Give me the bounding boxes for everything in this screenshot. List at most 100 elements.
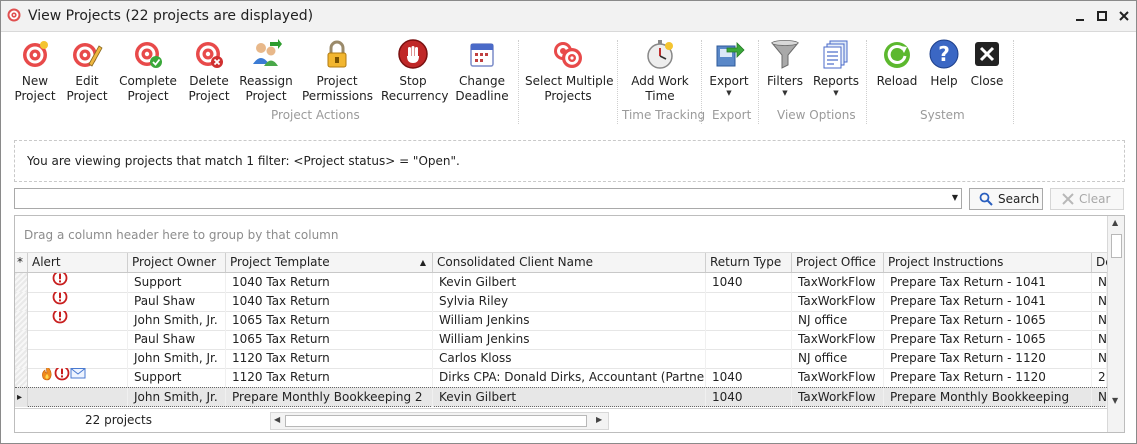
row-indicator[interactable] <box>15 292 28 311</box>
row-indicator[interactable] <box>15 330 28 349</box>
cell-office: TaxWorkFlow <box>792 292 884 311</box>
cell-template: 1065 Tax Return <box>226 330 433 349</box>
group-by-hint: Drag a column header here to group by th… <box>24 228 339 242</box>
scroll-left-icon[interactable]: ◀ <box>274 415 280 424</box>
cell-office: TaxWorkFlow <box>792 368 884 387</box>
new-project-button[interactable]: New Project <box>13 38 57 104</box>
alert-cell <box>28 368 128 387</box>
users-reassign-icon <box>253 39 282 66</box>
group-by-panel[interactable]: Drag a column header here to group by th… <box>15 216 1107 253</box>
cell-last: 2 <box>1092 368 1107 387</box>
scroll-right-icon[interactable]: ▶ <box>596 415 602 424</box>
edit-project-button[interactable]: Edit Project <box>65 38 109 104</box>
filters-button[interactable]: Filters ▼ <box>763 38 807 98</box>
cell-instr: Prepare Tax Return - 1041 <box>884 273 1092 292</box>
cell-owner: John Smith, Jr. <box>128 388 226 407</box>
alert-icon <box>54 368 70 387</box>
cell-rtype <box>706 292 792 311</box>
table-row[interactable]: Paul Shaw 1065 Tax Return William Jenkins T… <box>15 330 1107 350</box>
column-header-return-type[interactable]: Return Type <box>706 253 792 272</box>
add-work-time-button[interactable]: Add Work Time <box>627 38 693 104</box>
column-header-partial[interactable]: De <box>1092 253 1107 272</box>
clear-button[interactable]: Clear <box>1050 188 1124 210</box>
table-row[interactable]: Support 1040 Tax Return Kevin Gilbert 1040 T… <box>15 273 1107 293</box>
change-deadline-button[interactable]: Change Deadline <box>453 38 511 104</box>
reports-button[interactable]: Reports ▼ <box>813 38 859 98</box>
filter-description: You are viewing projects that match 1 fi… <box>27 154 460 168</box>
project-count: 22 projects <box>85 413 152 427</box>
column-header-alert[interactable]: Alert <box>28 253 128 272</box>
cell-owner: Paul Shaw <box>128 330 226 349</box>
target-complete-icon <box>135 42 162 68</box>
cell-template: 1120 Tax Return <box>226 349 433 368</box>
table-row[interactable]: Support 1120 Tax Return Dirks CPA: Donald … <box>15 368 1107 388</box>
grid-footer: 22 projects ◀ ▶ <box>15 408 1107 432</box>
target-edit-icon <box>73 43 103 67</box>
scroll-up-icon[interactable]: ▲ <box>1112 218 1118 227</box>
row-indicator[interactable] <box>15 273 28 292</box>
column-header-project-owner[interactable]: Project Owner <box>128 253 226 272</box>
search-input[interactable]: ▼ <box>14 188 962 209</box>
chevron-down-icon[interactable]: ▼ <box>952 193 958 202</box>
alert-icon <box>52 292 68 311</box>
stop-recurrency-button[interactable]: Stop Recurrency <box>381 38 448 104</box>
cell-template: 1065 Tax Return <box>226 311 433 330</box>
column-header-project-template[interactable]: Project Template ▲ <box>226 253 433 272</box>
group-label-view-options: View Options <box>777 108 856 122</box>
alert-icon <box>52 273 68 292</box>
cell-rtype: 1040 <box>706 388 792 407</box>
select-multiple-projects-button[interactable]: Select Multiple Projects <box>525 38 614 104</box>
table-row[interactable]: John Smith, Jr. 1120 Tax Return Carlos Klo… <box>15 349 1107 369</box>
cell-last: N <box>1092 330 1107 349</box>
row-indicator[interactable] <box>15 349 28 368</box>
table-row[interactable]: John Smith, Jr. 1065 Tax Return William Je… <box>15 311 1107 331</box>
column-header-label: Project Template <box>230 255 330 269</box>
cell-last: N <box>1092 311 1107 330</box>
column-header-consolidated-client-name[interactable]: Consolidated Client Name <box>433 253 706 272</box>
title-bar: View Projects (22 projects are displayed… <box>1 1 1136 32</box>
column-header-project-instructions[interactable]: Project Instructions <box>884 253 1092 272</box>
cell-instr: Prepare Tax Return - 1041 <box>884 292 1092 311</box>
help-button[interactable]: ? Help <box>924 38 964 89</box>
window-title: View Projects (22 projects are displayed… <box>28 8 314 24</box>
reassign-project-button[interactable]: Reassign Project <box>239 38 293 104</box>
project-permissions-button[interactable]: Project Permissions <box>302 38 373 104</box>
separator <box>617 40 618 124</box>
window-close-icon[interactable] <box>1117 9 1131 23</box>
vertical-scroll-thumb[interactable] <box>1111 234 1122 258</box>
cell-last: N <box>1092 273 1107 292</box>
horizontal-scrollbar[interactable]: ◀ ▶ <box>270 412 609 430</box>
column-header-project-office[interactable]: Project Office <box>792 253 884 272</box>
alert-icon <box>52 311 68 330</box>
complete-project-button[interactable]: Complete Project <box>117 38 179 104</box>
vertical-scrollbar[interactable]: ▲ ▼ <box>1107 216 1124 432</box>
export-button[interactable]: Export ▼ <box>707 38 751 98</box>
row-indicator[interactable] <box>15 368 28 387</box>
cell-rtype <box>706 349 792 368</box>
horizontal-scroll-thumb[interactable] <box>285 415 587 427</box>
reload-button[interactable]: Reload <box>874 38 920 89</box>
minimize-icon[interactable] <box>1073 9 1087 23</box>
cell-client: Kevin Gilbert <box>433 273 706 292</box>
delete-project-button[interactable]: Delete Project <box>187 38 231 104</box>
cell-client: Carlos Kloss <box>433 349 706 368</box>
view-projects-window: View Projects (22 projects are displayed… <box>0 0 1137 444</box>
cell-last: N <box>1092 292 1107 311</box>
row-indicator[interactable] <box>15 311 28 330</box>
cell-client: Sylvia Riley <box>433 292 706 311</box>
cell-office: TaxWorkFlow <box>792 273 884 292</box>
filter-description-panel: You are viewing projects that match 1 fi… <box>14 140 1125 182</box>
table-row[interactable]: ▸ John Smith, Jr. Prepare Monthly Bookkeep… <box>15 387 1107 407</box>
cell-last: N <box>1092 388 1107 407</box>
stopwatch-icon <box>647 40 673 69</box>
search-button[interactable]: Search <box>969 188 1043 210</box>
column-header-indicator[interactable]: * <box>15 253 28 272</box>
scroll-down-icon[interactable]: ▼ <box>1112 396 1118 405</box>
close-button[interactable]: Close <box>967 38 1007 89</box>
cell-last: N <box>1092 349 1107 368</box>
table-row[interactable]: Paul Shaw 1040 Tax Return Sylvia Riley TaxW… <box>15 292 1107 312</box>
row-indicator[interactable]: ▸ <box>15 388 28 407</box>
group-label-time-tracking: Time Tracking <box>622 108 706 122</box>
maximize-icon[interactable] <box>1095 9 1109 23</box>
reports-icon <box>823 40 848 69</box>
